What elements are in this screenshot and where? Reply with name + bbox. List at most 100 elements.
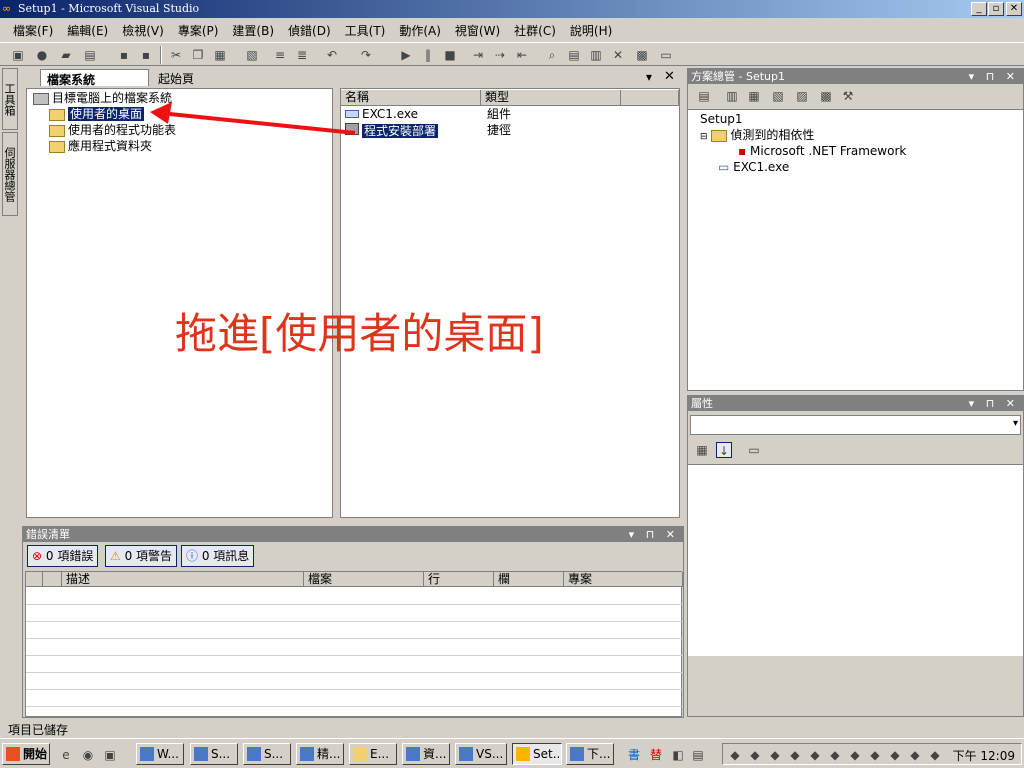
media-player-icon[interactable]: ◉ [80,747,96,763]
ime-icon[interactable]: 書 [626,747,642,763]
toolbox-icon[interactable]: ✕ [610,47,626,63]
redo-icon[interactable]: ↷ [358,47,374,63]
menu-file[interactable]: 檔案(F) [6,19,60,42]
save-all-icon[interactable]: ▪ [138,47,154,63]
ime-toggle-icon[interactable]: ◧ [670,747,686,763]
stop-icon[interactable]: ■ [442,47,458,63]
step-into-icon[interactable]: ⇥ [470,47,486,63]
tray-icon[interactable]: ◆ [847,747,863,763]
tray-icon[interactable]: ◆ [887,747,903,763]
alphabetical-icon[interactable]: ↓ [716,442,732,458]
minimize-button[interactable]: _ [971,2,987,16]
tray-icon[interactable]: ◆ [807,747,823,763]
indent-icon[interactable]: ≣ [294,47,310,63]
add-new-item-icon[interactable]: ▤ [82,47,98,63]
tree-item-dotnet-framework[interactable]: ▪ Microsoft .NET Framework [738,144,906,159]
categorized-icon[interactable]: ▦ [694,442,710,458]
open-icon[interactable]: ▰ [58,47,74,63]
find-in-files-icon[interactable]: ⌕ [544,47,560,63]
tree-item-application-folder[interactable]: 應用程式資料夾 [49,139,152,154]
find-icon[interactable]: ▧ [244,47,260,63]
tab-start-page[interactable]: 起始頁 [152,69,212,86]
column-header-number[interactable] [43,572,62,587]
taskbar-button[interactable]: S... [243,743,291,765]
menu-debug[interactable]: 偵錯(D) [281,19,338,42]
step-out-icon[interactable]: ⇤ [514,47,530,63]
column-header-project[interactable]: 專案 [564,572,683,587]
taskbar-button-active[interactable]: Set... [512,743,562,765]
column-header-icon[interactable] [26,572,43,587]
refresh-icon[interactable]: ▦ [746,88,762,104]
column-header-column[interactable]: 欄 [494,572,564,587]
errors-filter-button[interactable]: ⊗ 0 項錯誤 [27,545,99,567]
properties-icon[interactable]: ▤ [696,88,712,104]
object-selector-dropdown[interactable]: ▾ [690,415,1021,435]
taskbar-button[interactable]: E... [349,743,397,765]
toolbox-tab[interactable]: 工具箱 [2,68,18,130]
table-row[interactable] [26,622,683,639]
file-system-editor-icon[interactable]: ▧ [770,88,786,104]
cut-icon[interactable]: ✂ [168,47,184,63]
table-row[interactable] [26,690,683,707]
menu-view[interactable]: 檢視(V) [115,19,171,42]
save-icon[interactable]: ▪ [116,47,132,63]
table-row[interactable] [26,588,683,605]
ime-mode-icon[interactable]: 替 [648,747,664,763]
chevron-down-icon[interactable]: ▾ [1013,418,1018,429]
chevron-down-icon[interactable]: ▾ [646,70,652,84]
taskbar-button[interactable]: 資... [402,743,450,765]
table-row[interactable] [26,673,683,690]
tab-file-system[interactable]: 檔案系統 (Setup1) [40,69,149,102]
copy-icon[interactable]: ❐ [190,47,206,63]
desktop-icon[interactable]: ▣ [102,747,118,763]
taskbar-button[interactable]: 精... [296,743,344,765]
close-button[interactable]: ✕ [1006,2,1022,16]
outdent-icon[interactable]: ≡ [272,47,288,63]
tray-icon[interactable]: ◆ [907,747,923,763]
show-all-files-icon[interactable]: ▥ [724,88,740,104]
menu-community[interactable]: 社群(C) [507,19,563,42]
object-browser-icon[interactable]: ▩ [634,47,650,63]
tray-icon[interactable]: ◆ [867,747,883,763]
restore-button[interactable]: ▫ [988,2,1004,16]
table-row[interactable] [26,656,683,673]
menu-project[interactable]: 專案(P) [171,19,226,42]
table-row[interactable] [26,639,683,656]
taskbar-button[interactable]: VS... [455,743,507,765]
column-header-description[interactable]: 描述 [62,572,304,587]
tray-icon[interactable]: ◆ [747,747,763,763]
custom-actions-icon[interactable]: ⚒ [840,88,856,104]
collapse-icon[interactable]: ⊟ [700,132,708,142]
menu-build[interactable]: 建置(B) [225,19,281,42]
close-icon[interactable]: ✕ [664,69,675,84]
tray-icon[interactable]: ◆ [787,747,803,763]
tray-icon[interactable]: ◆ [767,747,783,763]
server-explorer-tab[interactable]: 伺服器總管 [2,132,18,216]
table-row[interactable] [26,605,683,622]
column-header-name[interactable]: 名稱 [341,90,481,106]
panel-controls[interactable]: ▾ ⊓ ✕ [969,69,1019,84]
properties-icon[interactable]: ▥ [588,47,604,63]
tree-item-exc1[interactable]: ▭ EXC1.exe [718,160,789,175]
registry-editor-icon[interactable]: ▨ [794,88,810,104]
property-pages-icon[interactable]: ▭ [746,442,762,458]
column-header-file[interactable]: 檔案 [304,572,424,587]
tray-icon[interactable]: ◆ [727,747,743,763]
tray-icon[interactable]: ◆ [927,747,943,763]
menu-window[interactable]: 視窗(W) [448,19,507,42]
solution-explorer-icon[interactable]: ▤ [566,47,582,63]
add-item-icon[interactable]: ● [34,47,50,63]
new-project-icon[interactable]: ▣ [10,47,26,63]
start-debug-icon[interactable]: ▶ [398,47,414,63]
tray-icon[interactable]: ◆ [827,747,843,763]
taskbar-button[interactable]: W... [136,743,184,765]
panel-controls[interactable]: ▾ ⊓ ✕ [629,527,679,542]
file-types-editor-icon[interactable]: ▩ [818,88,834,104]
taskbar-button[interactable]: S... [190,743,238,765]
tree-item-setup1[interactable]: Setup1 [700,112,743,127]
taskbar-button[interactable]: 下... [566,743,614,765]
column-header-line[interactable]: 行 [424,572,494,587]
step-over-icon[interactable]: ⇢ [492,47,508,63]
clock[interactable]: 下午 12:09 [953,747,1015,764]
ie-icon[interactable]: e [58,747,74,763]
